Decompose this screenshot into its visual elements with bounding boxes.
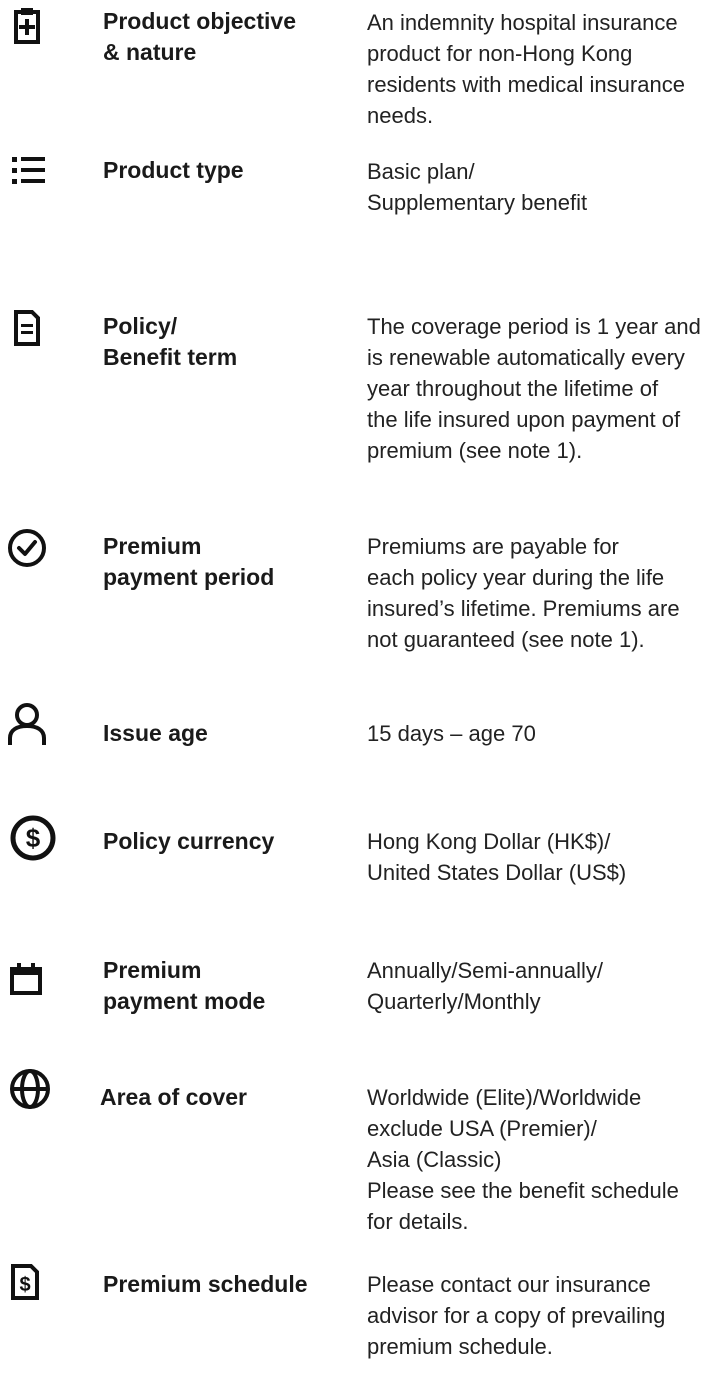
item-label: Policy/ Benefit term bbox=[103, 313, 238, 370]
item-value: An indemnity hospital insurance product … bbox=[367, 10, 685, 128]
svg-text:$: $ bbox=[26, 823, 41, 853]
item-label: Area of cover bbox=[100, 1084, 248, 1110]
svg-text:$: $ bbox=[19, 1274, 30, 1296]
item-value: Basic plan/ Supplementary benefit bbox=[367, 159, 588, 215]
person-icon bbox=[4, 700, 64, 760]
calendar-icon bbox=[4, 956, 64, 1016]
clipboard-plus-icon bbox=[4, 4, 64, 64]
item-value: Premiums are payable for each policy yea… bbox=[367, 534, 680, 652]
item-label: Premium payment period bbox=[103, 533, 275, 590]
dollar-document-icon: $ bbox=[4, 1260, 64, 1320]
item-value: Please contact our insurance advisor for… bbox=[367, 1272, 666, 1359]
item-label: Policy currency bbox=[103, 828, 275, 854]
dollar-circle-icon: $ bbox=[4, 812, 64, 872]
item-value: Hong Kong Dollar (HK$)/ United States Do… bbox=[367, 829, 627, 885]
check-circle-icon bbox=[4, 523, 64, 583]
item-label: Premium schedule bbox=[103, 1271, 308, 1297]
item-value: 15 days – age 70 bbox=[367, 721, 536, 746]
document-icon bbox=[4, 302, 64, 362]
item-label: Product type bbox=[103, 157, 244, 183]
item-value: Annually/Semi-annually/ Quarterly/Monthl… bbox=[367, 958, 604, 1014]
item-label: Issue age bbox=[103, 720, 208, 746]
globe-icon bbox=[4, 1067, 64, 1127]
item-label: Premium payment mode bbox=[103, 957, 266, 1014]
list-icon bbox=[4, 148, 64, 208]
item-value: Worldwide (Elite)/Worldwide exclude USA … bbox=[367, 1085, 679, 1234]
item-value: The coverage period is 1 year and is ren… bbox=[367, 314, 701, 463]
item-label: Product objective & nature bbox=[103, 8, 296, 65]
